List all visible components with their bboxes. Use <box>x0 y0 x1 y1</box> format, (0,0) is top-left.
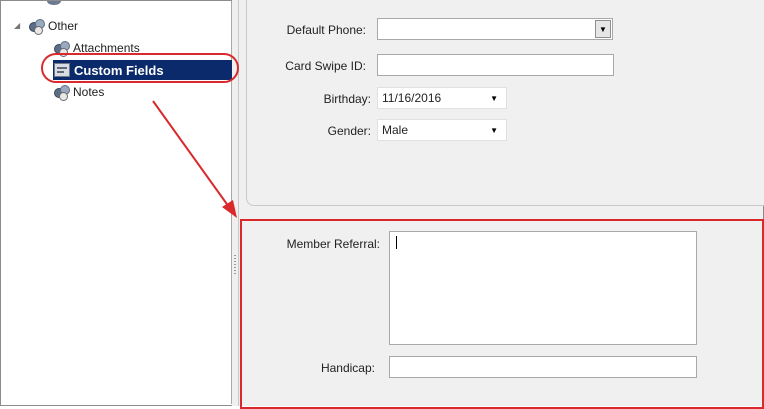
annotation-arrow-icon <box>152 100 237 218</box>
